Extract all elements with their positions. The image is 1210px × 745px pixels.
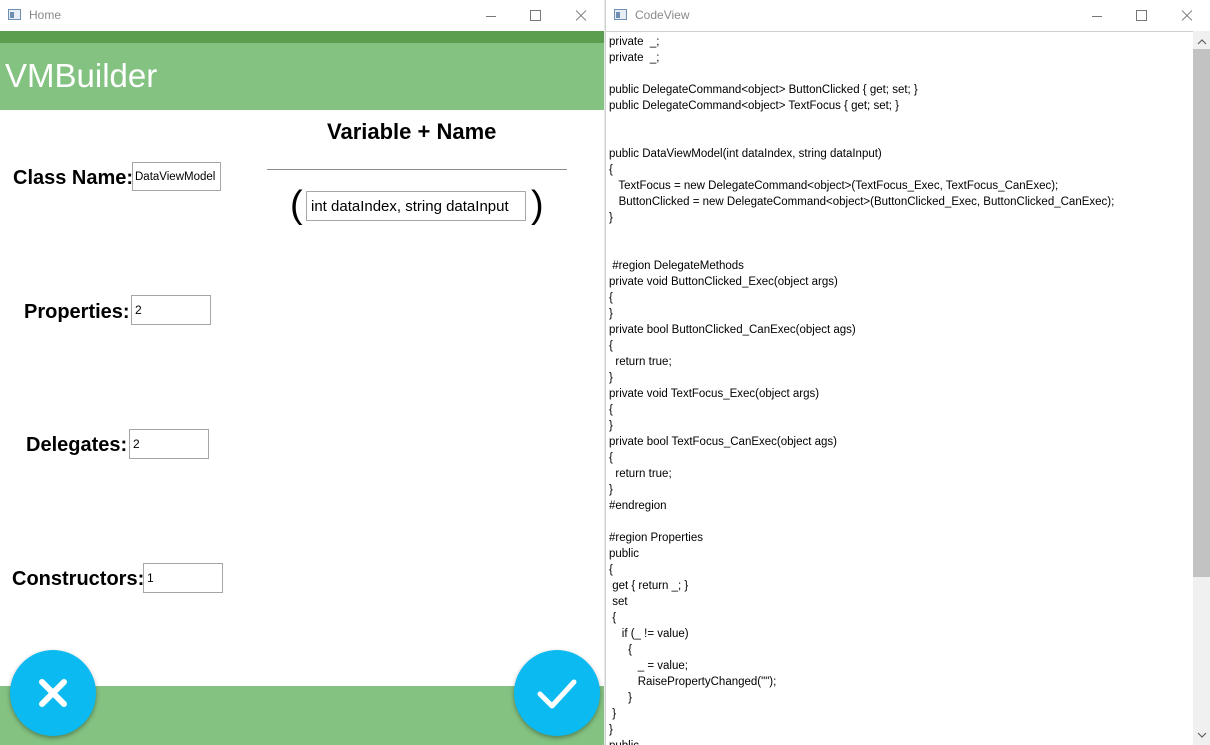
properties-input[interactable] xyxy=(131,295,211,325)
constructors-label: Constructors: xyxy=(12,568,145,590)
code-line: { xyxy=(609,164,613,176)
code-line: private void TextFocus_Exec(object args) xyxy=(609,388,820,400)
code-line: TextFocus = new DelegateCommand<object>(… xyxy=(609,180,1059,192)
code-line: #region Properties xyxy=(609,532,703,544)
scroll-up-icon[interactable] xyxy=(1193,33,1210,51)
heading-divider xyxy=(267,169,567,170)
code-line: } xyxy=(609,708,617,720)
cancel-button[interactable] xyxy=(10,650,96,736)
code-line: { xyxy=(609,404,613,416)
code-line: return true; xyxy=(609,356,672,368)
close-window-button[interactable] xyxy=(558,0,604,31)
code-line: private bool ButtonClicked_CanExec(objec… xyxy=(609,324,856,336)
scroll-down-icon[interactable] xyxy=(1193,727,1210,745)
minimize-button[interactable] xyxy=(468,0,514,31)
code-line: #region DelegateMethods xyxy=(609,260,744,272)
code-line: { xyxy=(609,644,633,656)
code-line: public xyxy=(609,740,639,745)
code-line: RaisePropertyChanged(""); xyxy=(609,676,777,688)
code-line: } xyxy=(609,420,613,432)
code-line: } xyxy=(609,372,613,384)
home-titlebar[interactable]: Home xyxy=(0,0,604,31)
code-line: { xyxy=(609,452,613,464)
properties-label: Properties: xyxy=(24,301,130,323)
home-window-title: Home xyxy=(29,8,62,22)
code-line: _ = value; xyxy=(609,660,688,672)
code-line: private _; xyxy=(609,36,660,48)
class-name-label: Class Name: xyxy=(13,167,134,189)
code-line: get { return _; } xyxy=(609,580,689,592)
code-line: } xyxy=(609,484,613,496)
code-line: public DataViewModel(int dataIndex, stri… xyxy=(609,148,882,160)
variable-name-heading: Variable + Name xyxy=(327,119,497,144)
home-window: Home VMBuilder Class Name: Properties: D… xyxy=(0,0,604,745)
code-line: if (_ != value) xyxy=(609,628,689,640)
codeview-titlebar[interactable]: CodeView xyxy=(606,0,1210,31)
code-line: { xyxy=(609,340,613,352)
check-icon xyxy=(537,679,577,709)
code-textbox[interactable]: private _; private _; public DelegateComma… xyxy=(606,31,1193,745)
delegates-input[interactable] xyxy=(129,429,209,459)
code-line: { xyxy=(609,292,613,304)
code-line: return true; xyxy=(609,468,672,480)
maximize-button[interactable] xyxy=(512,0,558,31)
code-line: public xyxy=(609,548,640,560)
code-line: public DelegateCommand<object> TextFocus… xyxy=(609,100,900,112)
code-line: } xyxy=(609,212,613,224)
app-window-icon xyxy=(614,9,627,20)
close-icon xyxy=(39,679,67,707)
code-line: ButtonClicked = new DelegateCommand<obje… xyxy=(609,196,1115,208)
close-window-button[interactable] xyxy=(1164,0,1210,31)
constructors-input[interactable] xyxy=(143,563,223,593)
app-window-icon xyxy=(8,9,21,20)
codeview-window: CodeView private _; private _; public Dele… xyxy=(605,0,1210,745)
code-line: } xyxy=(609,724,613,736)
open-paren: ( xyxy=(290,184,303,226)
close-paren: ) xyxy=(531,184,544,226)
code-line: #endregion xyxy=(609,500,667,512)
scrollbar-thumb[interactable] xyxy=(1193,49,1210,577)
minimize-button[interactable] xyxy=(1074,0,1120,31)
code-line: { xyxy=(609,612,617,624)
code-line: private bool TextFocus_CanExec(object ag… xyxy=(609,436,837,448)
app-title: VMBuilder xyxy=(5,57,158,94)
code-line: set xyxy=(609,596,628,608)
confirm-button[interactable] xyxy=(514,650,600,736)
constructor-params-input[interactable] xyxy=(306,191,526,221)
header-top-strip xyxy=(0,31,604,43)
code-line: private void ButtonClicked_Exec(object a… xyxy=(609,276,838,288)
code-line: { xyxy=(609,564,613,576)
maximize-button[interactable] xyxy=(1118,0,1164,31)
code-line: } xyxy=(609,308,613,320)
class-name-input[interactable] xyxy=(132,162,221,191)
code-line: private _; xyxy=(609,52,660,64)
codeview-window-title: CodeView xyxy=(635,8,690,22)
code-line: public DelegateCommand<object> ButtonCli… xyxy=(609,84,918,96)
delegates-label: Delegates: xyxy=(26,434,128,456)
code-line: } xyxy=(609,692,633,704)
